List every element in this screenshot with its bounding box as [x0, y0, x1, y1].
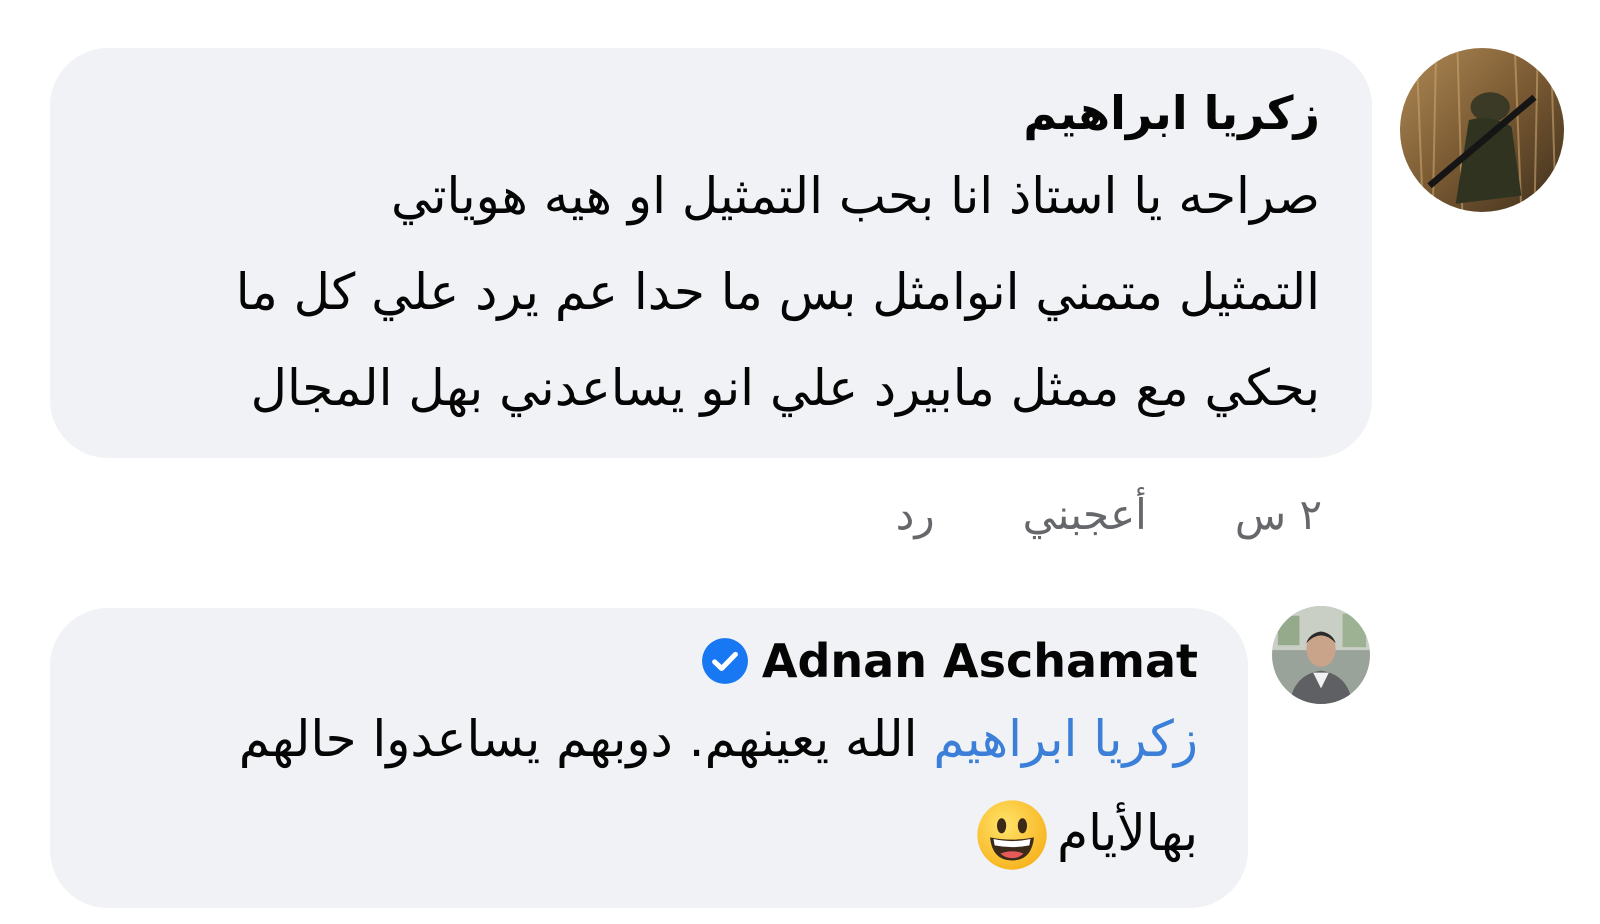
reply-author[interactable]: Adnan Aschamat: [762, 630, 1198, 692]
comment-thread: زكريا ابراهيم صراحه يا استاذ انا بحب الت…: [0, 0, 1600, 924]
comment-timestamp[interactable]: ٢ س: [1235, 490, 1322, 539]
reply-text: الله يعينهم. دوبهم يساعدوا حالهم: [238, 710, 934, 768]
comment-text-line: صراحه يا استاذ انا بحب التمثيل او هيه هو…: [390, 167, 1320, 225]
reply-text-line: زكريا ابراهيم الله يعينهم. دوبهم يساعدوا…: [90, 692, 1198, 786]
grinning-face-emoji: [975, 798, 1049, 872]
reply-text: بهالأيام: [1057, 804, 1198, 862]
mention-link[interactable]: زكريا ابراهيم: [933, 710, 1198, 768]
comment-author[interactable]: زكريا ابراهيم: [90, 82, 1320, 144]
reply-bubble: Adnan Aschamat زكريا ابراهيم الله يعينهم…: [50, 608, 1248, 908]
verified-badge-icon: [700, 636, 750, 686]
reply-text-line: بهالأيام: [90, 786, 1198, 880]
avatar[interactable]: [1400, 48, 1564, 212]
like-button[interactable]: أعجبني: [1023, 490, 1147, 539]
comment-actions: ٢ س أعجبني رد: [896, 490, 1322, 539]
reply-author-row: Adnan Aschamat: [90, 630, 1198, 692]
comment-bubble: زكريا ابراهيم صراحه يا استاذ انا بحب الت…: [50, 48, 1372, 458]
comment-text-line: التمثيل متمني انوامثل بس ما حدا عم يرد ع…: [235, 263, 1320, 321]
comment-text-line: بحكي مع ممثل مابيرد علي انو يساعدني بهل …: [250, 359, 1320, 417]
avatar[interactable]: [1272, 606, 1370, 704]
reply-button[interactable]: رد: [896, 490, 935, 539]
